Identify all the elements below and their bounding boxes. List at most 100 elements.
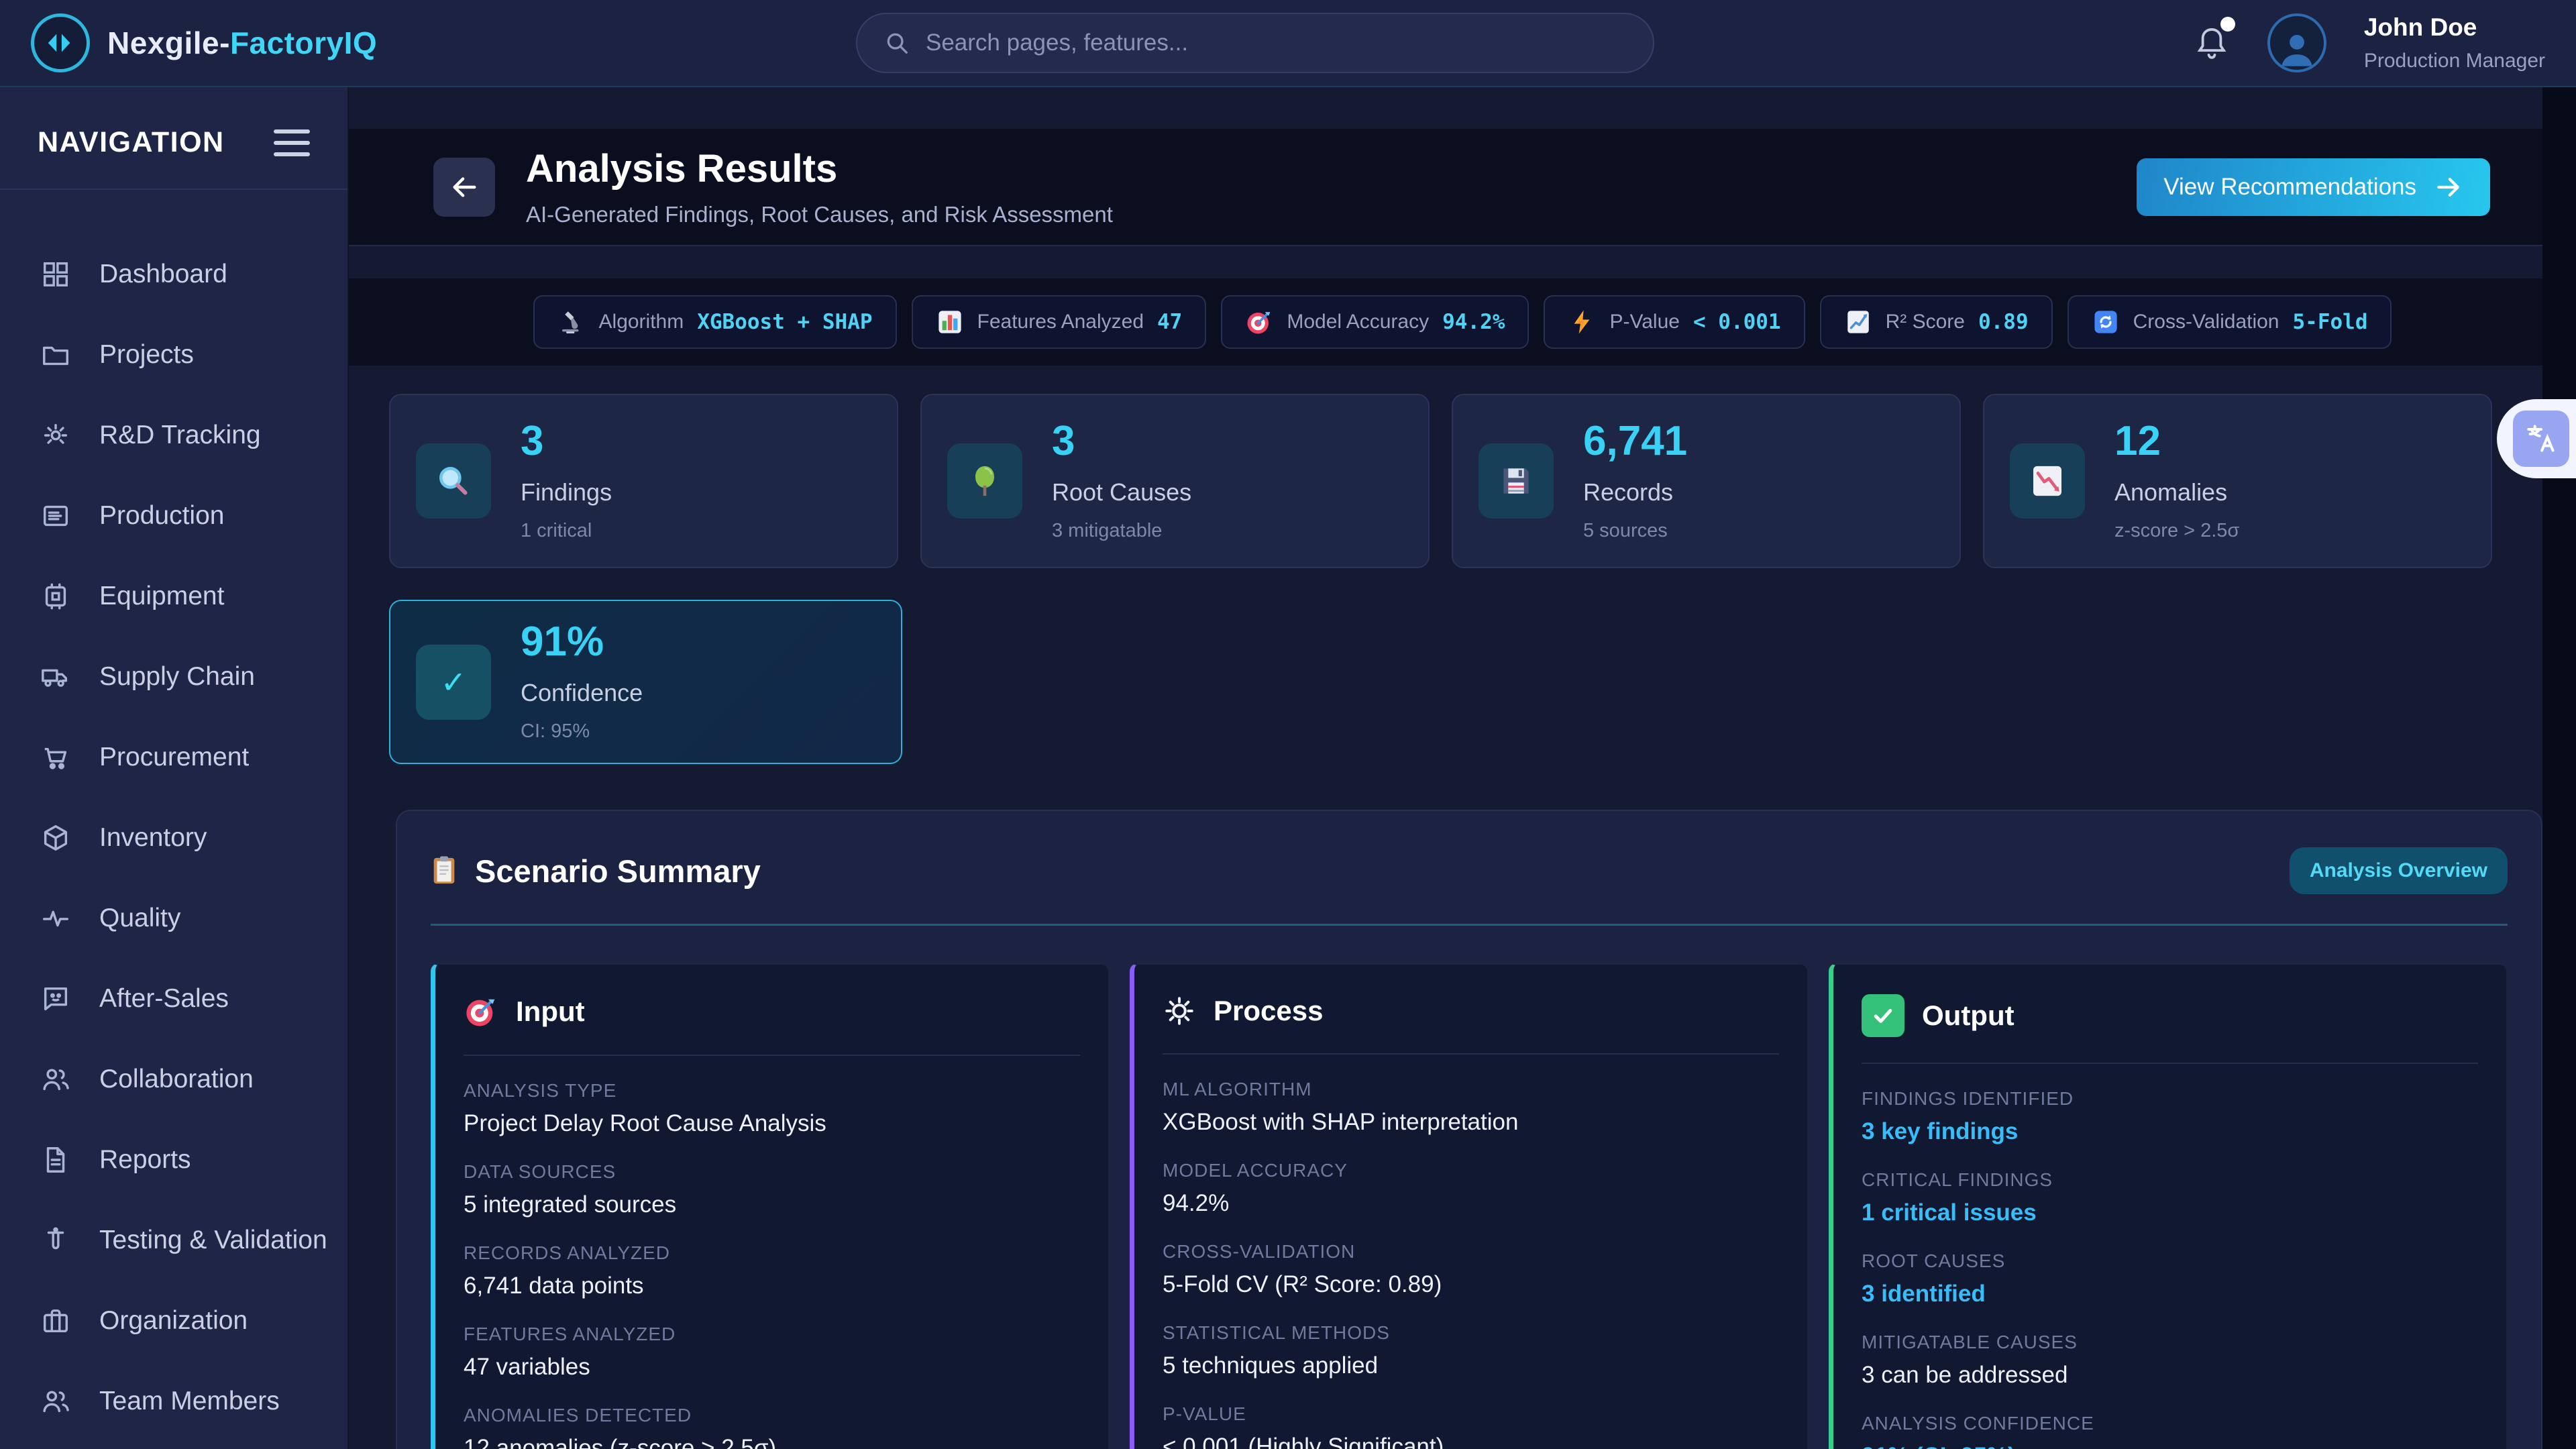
truck-icon: [40, 661, 71, 692]
analysis-overview-badge[interactable]: Analysis Overview: [2290, 847, 2508, 894]
field-value: 94.2%: [1163, 1190, 1779, 1217]
sidebar-item-inventory[interactable]: Inventory: [0, 798, 347, 878]
hamburger-menu-icon[interactable]: [274, 129, 310, 156]
view-recommendations-button[interactable]: View Recommendations: [2137, 158, 2490, 216]
field-label: CRITICAL FINDINGS: [1862, 1169, 2478, 1191]
stat-chip-features: Features Analyzed 47: [912, 295, 1207, 349]
sidebar-item-projects[interactable]: Projects: [0, 315, 347, 395]
field-label: MODEL ACCURACY: [1163, 1160, 1779, 1181]
field-value: 5 integrated sources: [464, 1191, 1080, 1218]
metric-cards: 3 Findings 1 critical 3 Root Causes 3 mi…: [389, 394, 2492, 568]
field-label: STATISTICAL METHODS: [1163, 1322, 1779, 1344]
chart-up-icon: [1844, 308, 1872, 336]
stat-chip-accuracy: Model Accuracy 94.2%: [1221, 295, 1529, 349]
target-icon: [1245, 308, 1273, 336]
tree-icon: [947, 443, 1022, 519]
field-label: ANALYSIS CONFIDENCE: [1862, 1413, 2478, 1434]
stat-chip-r2: R² Score 0.89: [1820, 295, 2053, 349]
sidebar-item-production[interactable]: Production: [0, 476, 347, 556]
sidebar-item-equipment[interactable]: Equipment: [0, 556, 347, 637]
field-label: ROOT CAUSES: [1862, 1250, 2478, 1272]
user-name: John Doe: [2364, 13, 2545, 42]
sidebar-item-testing-validation[interactable]: Testing & Validation: [0, 1200, 347, 1281]
chat-icon: [40, 983, 71, 1014]
metric-card-findings: 3 Findings 1 critical: [389, 394, 898, 568]
cycle-icon: [2092, 308, 2120, 336]
sidebar: NAVIGATION Dashboard Projects R&D Tracki…: [0, 87, 349, 1449]
bar-chart-icon: [936, 308, 964, 336]
sidebar-item-procurement[interactable]: Procurement: [0, 717, 347, 798]
field-label: ANOMALIES DETECTED: [464, 1405, 1080, 1426]
search-placeholder: Search pages, features...: [926, 30, 1188, 56]
field-value: 5 techniques applied: [1163, 1352, 1779, 1379]
sidebar-item-dashboard[interactable]: Dashboard: [0, 234, 347, 315]
microscope-icon: [557, 308, 586, 336]
box-icon: [40, 822, 71, 853]
sidebar-item-rd-tracking[interactable]: R&D Tracking: [0, 395, 347, 476]
check-square-icon: [1862, 994, 1904, 1037]
users-icon: [40, 1064, 71, 1095]
translate-icon: [2513, 411, 2569, 467]
target-icon: [464, 994, 498, 1029]
field-value: XGBoost with SHAP interpretation: [1163, 1109, 1779, 1136]
sidebar-divider: [0, 189, 347, 190]
field-value: Project Delay Root Cause Analysis: [464, 1110, 1080, 1137]
field-value: 12 anomalies (z-score > 2.5σ): [464, 1435, 1080, 1449]
lightning-icon: [1568, 308, 1596, 336]
search-icon: [884, 30, 910, 56]
cart-icon: [40, 742, 71, 773]
sidebar-item-team-members[interactable]: Team Members: [0, 1361, 347, 1442]
field-value: 47 variables: [464, 1354, 1080, 1381]
field-label: P-VALUE: [1163, 1403, 1779, 1425]
sidebar-item-collaboration[interactable]: Collaboration: [0, 1039, 347, 1120]
user-role: Production Manager: [2364, 50, 2545, 72]
stat-chip-cross-validation: Cross-Validation 5-Fold: [2068, 295, 2392, 349]
search-input[interactable]: Search pages, features...: [856, 13, 1654, 73]
field-label: MITIGATABLE CAUSES: [1862, 1332, 2478, 1353]
sidebar-item-supply-chain[interactable]: Supply Chain: [0, 637, 347, 717]
sidebar-item-reports[interactable]: Reports: [0, 1120, 347, 1200]
scenario-title: Scenario Summary: [475, 853, 761, 890]
page-subtitle: AI-Generated Findings, Root Causes, and …: [526, 202, 1113, 227]
cpu-icon: [40, 581, 71, 612]
arrow-left-icon: [449, 172, 480, 203]
scenario-column-input: Input ANALYSIS TYPE Project Delay Root C…: [431, 963, 1110, 1449]
notification-dot-badge: [2220, 17, 2235, 32]
sidebar-item-after-sales[interactable]: After-Sales: [0, 959, 347, 1039]
metric-card-root-causes: 3 Root Causes 3 mitigatable: [920, 394, 1430, 568]
sidebar-title: NAVIGATION: [38, 126, 225, 159]
file-icon: [40, 1144, 71, 1175]
field-value: < 0.001 (Highly Significant): [1163, 1434, 1779, 1449]
avatar[interactable]: [2267, 13, 2326, 72]
grid-icon: [40, 259, 71, 290]
magnifier-icon: [416, 443, 491, 519]
logo-diamond-icon: [31, 13, 90, 72]
users-icon: [40, 1386, 71, 1417]
model-stats-strip: Algorithm XGBoost + SHAP Features Analyz…: [349, 278, 2576, 366]
field-value: 1 critical issues: [1862, 1199, 2478, 1226]
field-label: ANALYSIS TYPE: [464, 1080, 1080, 1102]
stat-chip-pvalue: P-Value < 0.001: [1544, 295, 1805, 349]
back-button[interactable]: [433, 158, 495, 217]
field-label: DATA SOURCES: [464, 1161, 1080, 1183]
brand-name: Nexgile-FactoryIQ: [107, 25, 377, 61]
field-value: 3 key findings: [1862, 1118, 2478, 1145]
metric-card-confidence: ✓ 91% Confidence CI: 95%: [389, 600, 902, 764]
metric-card-records: 6,741 Records 5 sources: [1452, 394, 1961, 568]
clipboard-icon: [431, 855, 458, 886]
sidebar-item-organization[interactable]: Organization: [0, 1281, 347, 1361]
arrow-right-icon: [2434, 172, 2463, 202]
stat-chip-algorithm: Algorithm XGBoost + SHAP: [533, 295, 897, 349]
field-value: 6,741 data points: [464, 1273, 1080, 1299]
test-tube-icon: [40, 1225, 71, 1256]
notifications-button[interactable]: [2194, 23, 2230, 62]
main-content: Analysis Results AI-Generated Findings, …: [349, 87, 2576, 1449]
field-label: CROSS-VALIDATION: [1163, 1241, 1779, 1263]
page-title: Analysis Results: [526, 146, 1113, 191]
scenario-divider: [431, 924, 2508, 926]
folder-icon: [40, 339, 71, 370]
translate-widget-button[interactable]: [2497, 399, 2576, 478]
sidebar-item-quality[interactable]: Quality: [0, 878, 347, 959]
field-value: 91% (CI: 95%): [1862, 1443, 2478, 1449]
scrollbar-track[interactable]: [2542, 87, 2576, 1449]
